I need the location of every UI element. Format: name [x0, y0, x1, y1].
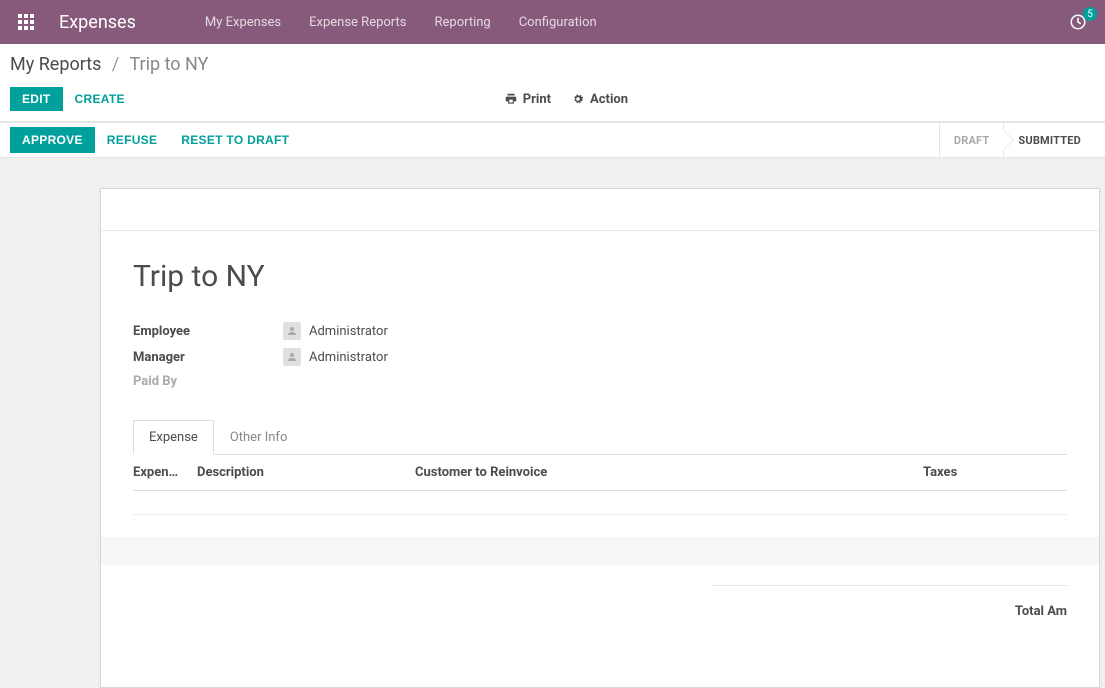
notification-badge: 5 [1083, 7, 1097, 21]
breadcrumb-separator: / [112, 54, 119, 75]
col-taxes[interactable]: Taxes [923, 465, 1043, 480]
avatar-icon [283, 348, 301, 366]
control-panel: My Reports / Trip to NY EDIT CREATE Prin… [0, 44, 1105, 122]
status-step-submitted[interactable]: SUBMITTED [1003, 123, 1095, 157]
breadcrumb: My Reports / Trip to NY [10, 54, 1095, 75]
col-expense-date[interactable]: Expen… [133, 465, 197, 480]
top-navbar: Expenses My Expenses Expense Reports Rep… [0, 0, 1105, 44]
tab-other-info[interactable]: Other Info [214, 420, 304, 455]
tab-expense[interactable]: Expense [133, 420, 214, 455]
refuse-button[interactable]: REFUSE [95, 127, 169, 153]
list-footer-band [101, 537, 1099, 565]
print-icon [504, 92, 518, 106]
status-step-draft[interactable]: DRAFT [939, 123, 1004, 157]
nav-my-expenses[interactable]: My Expenses [191, 15, 295, 30]
approve-button[interactable]: APPROVE [10, 127, 95, 153]
sheet-container: Trip to NY Employee Administrator Manage… [0, 158, 1105, 688]
action-label: Action [590, 92, 628, 107]
field-employee: Employee Administrator [133, 322, 1067, 340]
col-customer[interactable]: Customer to Reinvoice [415, 465, 923, 480]
nav-configuration[interactable]: Configuration [505, 15, 611, 30]
field-manager: Manager Administrator [133, 348, 1067, 366]
print-button[interactable]: Print [504, 92, 551, 107]
breadcrumb-root[interactable]: My Reports [10, 54, 101, 75]
apps-icon[interactable] [18, 14, 34, 30]
create-button[interactable]: CREATE [63, 87, 137, 111]
manager-label: Manager [133, 350, 283, 365]
reset-to-draft-button[interactable]: RESET TO DRAFT [169, 127, 301, 153]
notebook-tabs: Expense Other Info [133, 419, 1067, 455]
expense-list-body [133, 491, 1067, 515]
record-title: Trip to NY [133, 259, 1067, 294]
paid-by-label: Paid By [133, 374, 283, 389]
app-brand[interactable]: Expenses [59, 12, 136, 33]
main-nav: My Expenses Expense Reports Reporting Co… [191, 15, 1069, 30]
employee-value: Administrator [309, 324, 388, 339]
status-steps: DRAFT SUBMITTED [939, 123, 1095, 157]
manager-value: Administrator [309, 350, 388, 365]
action-button[interactable]: Action [571, 92, 628, 107]
sheet-ribbon [101, 189, 1099, 231]
expense-list-header: Expen… Description Customer to Reinvoice… [133, 455, 1067, 491]
activity-icon[interactable]: 5 [1069, 13, 1087, 31]
total-amount-label: Total Am [1015, 604, 1067, 619]
col-description[interactable]: Description [197, 465, 415, 480]
edit-button[interactable]: EDIT [10, 87, 63, 111]
breadcrumb-leaf: Trip to NY [129, 54, 208, 75]
nav-expense-reports[interactable]: Expense Reports [295, 15, 420, 30]
total-row: Total Am [713, 585, 1067, 619]
print-label: Print [523, 92, 551, 107]
avatar-icon [283, 322, 301, 340]
gear-icon [571, 92, 585, 106]
nav-reporting[interactable]: Reporting [420, 15, 504, 30]
form-sheet: Trip to NY Employee Administrator Manage… [100, 188, 1100, 688]
status-bar: APPROVE REFUSE RESET TO DRAFT DRAFT SUBM… [0, 122, 1105, 158]
employee-label: Employee [133, 324, 283, 339]
field-paid-by: Paid By [133, 374, 1067, 389]
